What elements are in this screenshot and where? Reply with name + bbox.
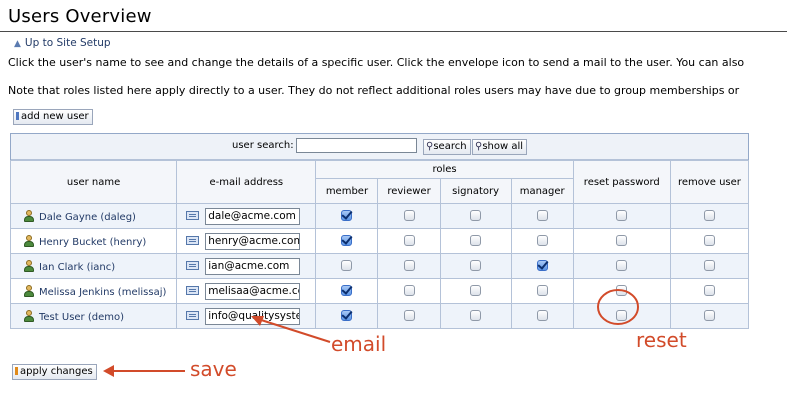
reset-highlight-circle xyxy=(597,289,639,325)
save-arrow-head xyxy=(103,365,114,377)
email-arrow-line xyxy=(257,318,331,343)
save-annotation: save xyxy=(190,357,237,381)
email-annotation: email xyxy=(331,332,387,356)
reset-annotation: reset xyxy=(636,328,687,352)
